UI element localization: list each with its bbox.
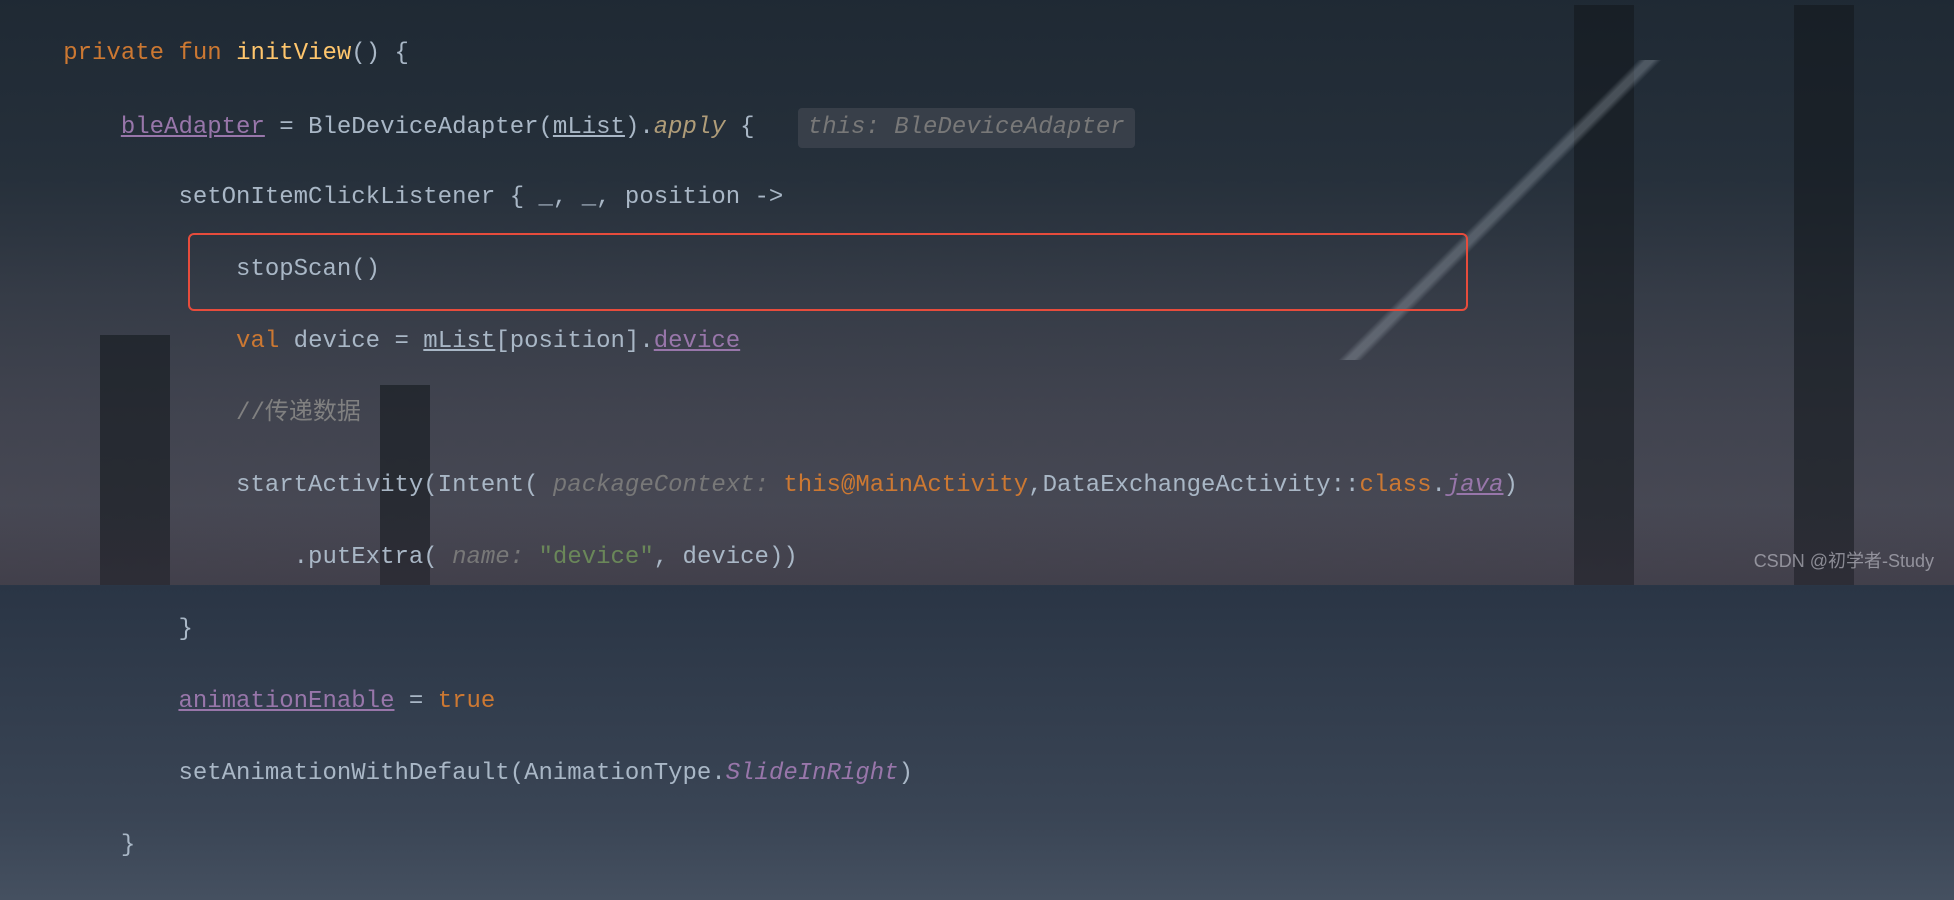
code-line-7: startActivity(Intent( packageContext: th… xyxy=(0,468,1954,504)
code-line-1: private fun initView() { xyxy=(0,36,1954,72)
function-name: initView xyxy=(236,40,351,67)
code-line-2: bleAdapter = BleDeviceAdapter(mList).app… xyxy=(0,108,1954,144)
variable-bleAdapter: bleAdapter xyxy=(121,114,265,141)
code-line-11: setAnimationWithDefault(AnimationType.Sl… xyxy=(0,756,1954,792)
code-editor[interactable]: private fun initView() { bleAdapter = Bl… xyxy=(0,0,1954,900)
code-line-4: stopScan() xyxy=(0,252,1954,288)
code-line-6: //传递数据 xyxy=(0,396,1954,432)
variable-mList: mList xyxy=(553,114,625,141)
code-line-10: animationEnable = true xyxy=(0,684,1954,720)
variable-animationEnable: animationEnable xyxy=(178,688,394,715)
code-line-5: val device = mList[position].device xyxy=(0,324,1954,360)
watermark: CSDN @初学者-Study xyxy=(1754,548,1934,575)
keyword-fun: fun xyxy=(178,40,221,67)
inline-hint-this: this: BleDeviceAdapter xyxy=(798,108,1135,148)
apply-extension: apply xyxy=(654,114,726,141)
param-hint-packageContext: packageContext: xyxy=(539,472,784,499)
comment: //传递数据 xyxy=(236,400,361,427)
string-literal: "device" xyxy=(539,544,654,571)
param-hint-name: name: xyxy=(438,544,539,571)
code-line-9: } xyxy=(0,612,1954,648)
property-device: device xyxy=(654,328,740,355)
this-reference: this xyxy=(783,472,841,499)
keyword-val: val xyxy=(236,328,279,355)
keyword-true: true xyxy=(438,688,496,715)
keyword-private: private xyxy=(63,40,164,67)
variable-mList: mList xyxy=(423,328,495,355)
enum-value: SlideInRight xyxy=(726,760,899,787)
code-line-8: .putExtra( name: "device", device)) xyxy=(0,540,1954,576)
code-line-3: setOnItemClickListener { _, _, position … xyxy=(0,180,1954,216)
punctuation: () { xyxy=(351,40,409,67)
code-line-12: } xyxy=(0,828,1954,864)
